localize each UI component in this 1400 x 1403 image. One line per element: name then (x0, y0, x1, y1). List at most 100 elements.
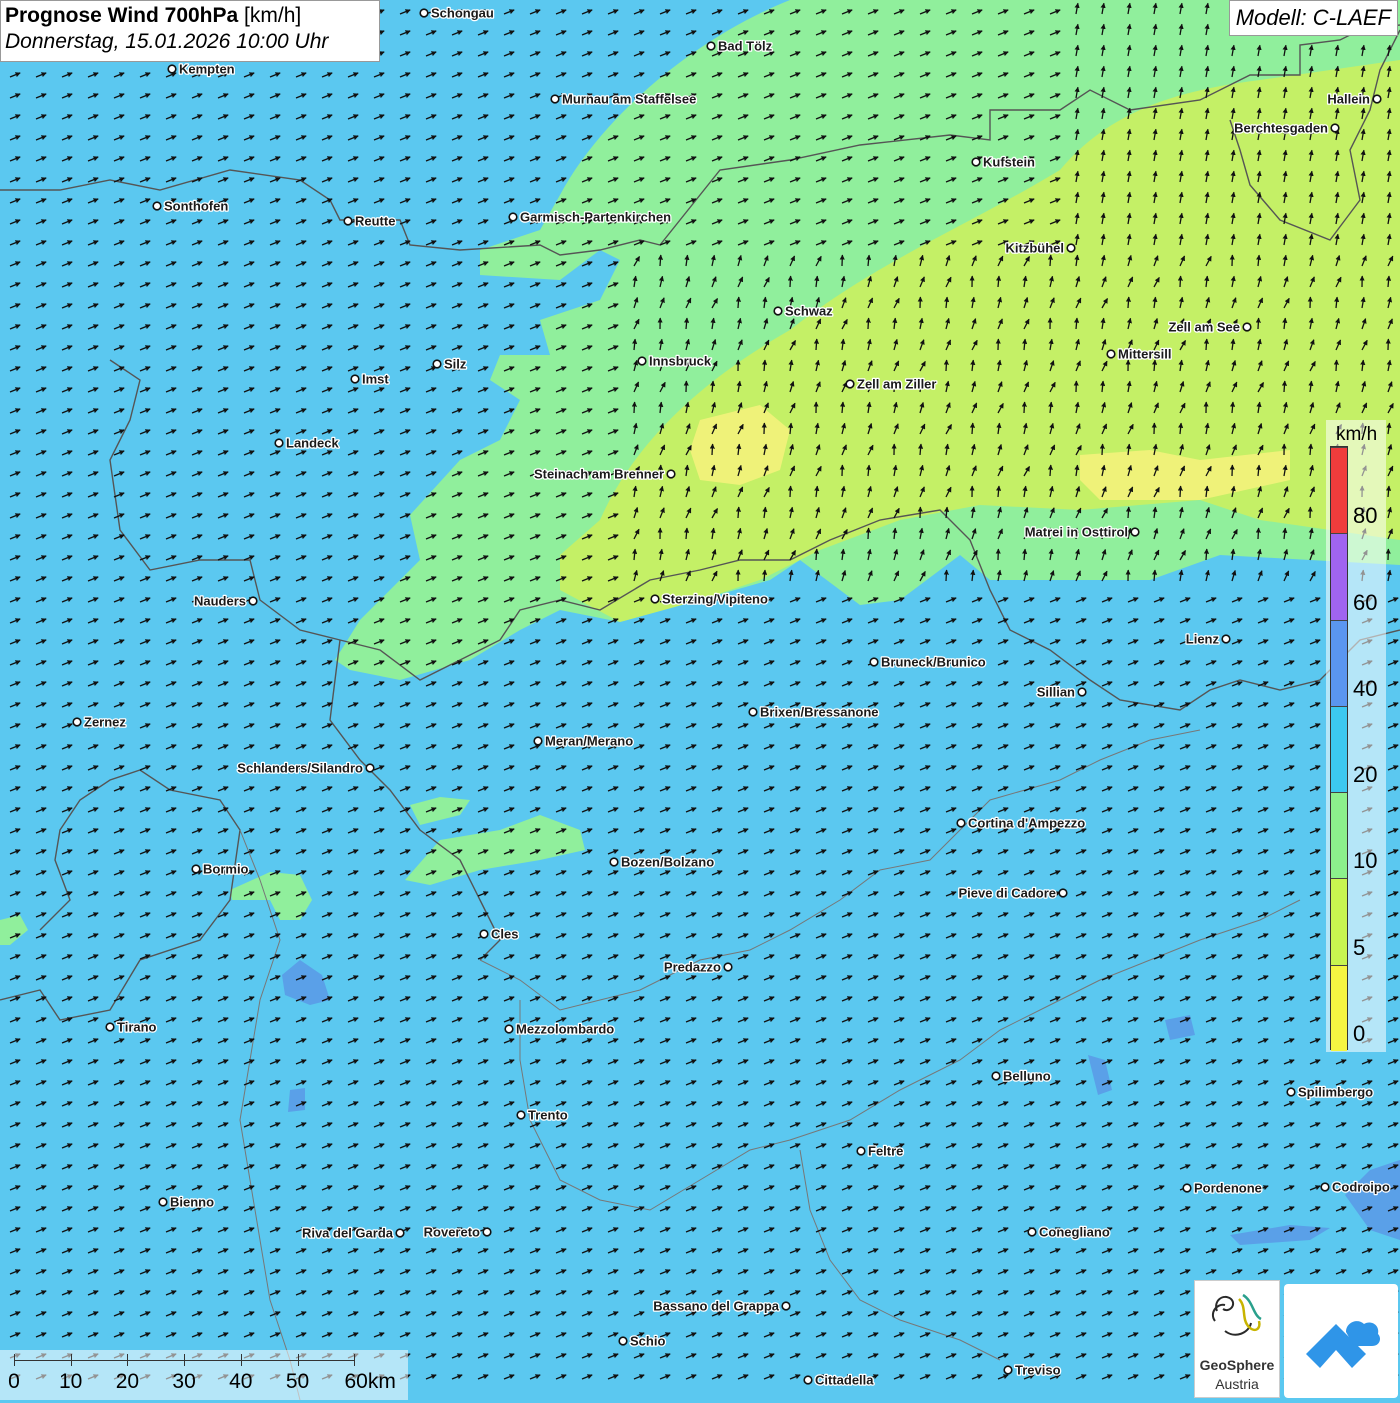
forecast-datetime: Donnerstag, 15.01.2026 10:00 Uhr (5, 30, 375, 54)
city-dot (1373, 95, 1381, 103)
city-label: Kitzbühel (1006, 241, 1065, 256)
city-label: Schio (630, 1334, 665, 1349)
city-dot (1028, 1228, 1036, 1236)
city-label: Meran/Merano (545, 734, 633, 749)
wind-arrow (946, 570, 947, 581)
city-dot (509, 213, 517, 221)
city-label: Reutte (355, 214, 395, 229)
city-dot (505, 1025, 513, 1033)
city-dot (1183, 1184, 1191, 1192)
city-dot (433, 360, 441, 368)
scale-label: 20 (116, 1370, 139, 1394)
legend-color-segment (1331, 447, 1347, 533)
app-logo[interactable] (1284, 1284, 1398, 1398)
city-dot (396, 1229, 404, 1237)
city-marker: Brixen/Bressanone (749, 705, 878, 720)
scale-tick (71, 1354, 72, 1366)
city-dot (1004, 1366, 1012, 1374)
city-marker: Sterzing/Vipiteno (651, 592, 768, 607)
city-marker: Codroipo (1321, 1180, 1390, 1195)
city-label: Treviso (1015, 1363, 1061, 1378)
geosphere-logo[interactable]: GeoSphere Austria (1194, 1280, 1280, 1398)
legend-color-segment (1331, 620, 1347, 706)
legend-color-segment (1331, 878, 1347, 964)
city-label: Sillian (1037, 685, 1075, 700)
model-label: Modell: C-LAEF (1229, 0, 1398, 36)
city-dot (992, 1072, 1000, 1080)
city-dot (870, 658, 878, 666)
city-label: Schwaz (785, 304, 833, 319)
scale-label: 0 (8, 1370, 20, 1394)
city-marker: Garmisch-Partenkirchen (509, 210, 671, 225)
wind-arrow (816, 549, 817, 560)
city-dot (782, 1302, 790, 1310)
legend-color-segment (1331, 965, 1347, 1051)
wind-arrow (946, 360, 947, 371)
city-dot (857, 1147, 865, 1155)
scale-tick (298, 1354, 299, 1366)
city-marker: Bassano del Grappa (653, 1299, 790, 1314)
city-label: Lienz (1186, 632, 1220, 647)
city-dot (1078, 688, 1086, 696)
city-label: Imst (362, 372, 389, 387)
city-marker: Matrei in Osttirol (1025, 525, 1139, 540)
city-dot (667, 470, 675, 478)
map-title-unit: [km/h] (244, 4, 301, 27)
wind-arrow (1258, 528, 1259, 539)
wind-map[interactable]: SchongauBad TölzKemptenMurnau am Staffel… (0, 0, 1400, 1400)
city-label: Matrei in Osttirol (1025, 525, 1128, 540)
title-box: Prognose Wind 700hPa [km/h] Donnerstag, … (0, 0, 380, 62)
city-label: Belluno (1003, 1069, 1051, 1084)
city-label: Spilimbergo (1298, 1085, 1373, 1100)
city-dot (1107, 350, 1115, 358)
scale-tick (184, 1354, 185, 1366)
city-dot (1243, 323, 1251, 331)
city-dot (480, 930, 488, 938)
city-dot (638, 357, 646, 365)
wind-arrow (972, 423, 973, 434)
legend-label: 60 (1353, 590, 1377, 616)
app-weather-icon (1284, 1284, 1398, 1398)
geosphere-name: GeoSphere (1195, 1357, 1279, 1373)
city-label: Steinach am Brenner (534, 467, 664, 482)
wind-arrow (1050, 255, 1051, 266)
scale-tick (14, 1354, 15, 1366)
city-dot (344, 217, 352, 225)
city-label: Garmisch-Partenkirchen (520, 210, 671, 225)
wind-arrow (1336, 360, 1337, 371)
city-label: Sterzing/Vipiteno (662, 592, 768, 607)
city-label: Cortina d'Ampezzo (968, 816, 1085, 831)
city-marker: Bad Tölz (707, 39, 772, 54)
city-dot (724, 963, 732, 971)
legend-label: 20 (1353, 762, 1377, 788)
city-marker: Pieve di Cadore (958, 886, 1066, 901)
wind-arrow (1258, 318, 1259, 329)
wind-arrow (634, 402, 635, 413)
map-title: Prognose Wind 700hPa [km/h] (5, 4, 375, 28)
wind-arrow (712, 444, 713, 455)
wind-arrow (1102, 444, 1103, 455)
city-label: Cittadella (815, 1373, 874, 1388)
city-marker: Bruneck/Brunico (870, 655, 986, 670)
city-marker: Cittadella (804, 1373, 874, 1388)
city-marker: Mezzolombardo (505, 1022, 614, 1037)
legend-color-segment (1331, 792, 1347, 878)
city-label: Conegliano (1039, 1225, 1110, 1240)
wind-arrow (1206, 339, 1207, 350)
city-label: Schongau (431, 6, 494, 21)
city-label: Zernez (84, 715, 126, 730)
city-dot (619, 1337, 627, 1345)
city-marker: Steinach am Brenner (534, 467, 675, 482)
scale-label: 40 (229, 1370, 252, 1394)
city-dot (651, 595, 659, 603)
legend-label: 0 (1353, 1021, 1365, 1047)
scale-tick (241, 1354, 242, 1366)
city-label: Innsbruck (649, 354, 712, 369)
city-label: Codroipo (1332, 1180, 1390, 1195)
city-label: Feltre (868, 1144, 903, 1159)
legend-label: 40 (1353, 676, 1377, 702)
city-dot (73, 718, 81, 726)
city-dot (483, 1228, 491, 1236)
city-label: Murnau am Staffelsee (562, 92, 696, 107)
city-dot (249, 597, 257, 605)
